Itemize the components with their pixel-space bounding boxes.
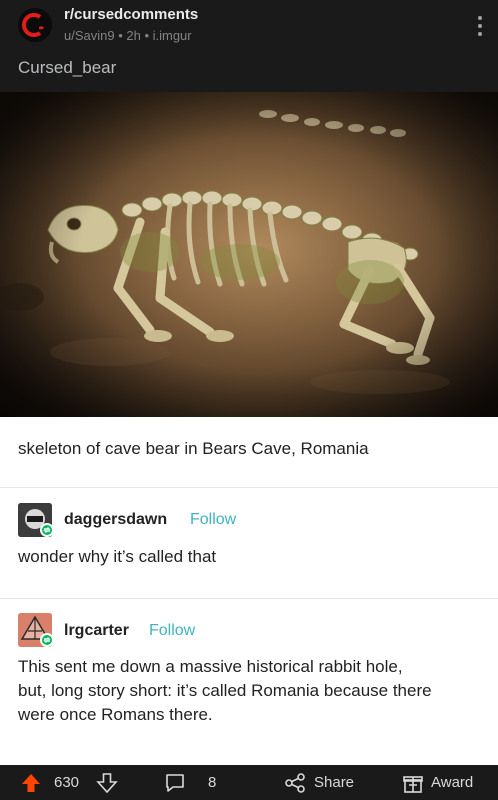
upvote-icon[interactable] [20, 772, 42, 794]
reblog-icon [40, 523, 54, 537]
divider [0, 598, 498, 599]
subreddit-icon[interactable] [18, 8, 52, 42]
downvote-icon[interactable] [96, 772, 118, 794]
vote-count: 630 [54, 774, 80, 791]
post-header: r/cursedcomments u/Savin9 • 2h • i.imgur [0, 0, 498, 58]
comment-text: This sent me down a massive historical r… [18, 655, 432, 727]
subreddit-name[interactable]: r/cursedcomments [64, 6, 198, 23]
post-meta[interactable]: u/Savin9 • 2h • i.imgur [64, 28, 192, 43]
award-button[interactable]: Award [402, 765, 473, 800]
comment-line: were once Romans there. [18, 705, 213, 724]
comment-text: wonder why it’s called that [18, 547, 217, 566]
image-caption: skeleton of cave bear in Bears Cave, Rom… [18, 439, 369, 458]
downvote-button[interactable] [96, 765, 118, 800]
comment-username[interactable]: lrgcarter [64, 622, 129, 640]
post-title[interactable]: Cursed_bear [18, 58, 116, 78]
comment-username[interactable]: daggersdawn [64, 511, 167, 529]
award-icon [403, 775, 423, 793]
cave-bear-skeleton-image [0, 92, 498, 417]
follow-button[interactable]: Follow [190, 511, 236, 529]
comments-button[interactable] [164, 765, 186, 800]
comment-line: but, long story short: it’s called Roman… [18, 681, 432, 700]
comment-line: This sent me down a massive historical r… [18, 657, 403, 676]
comment-icon[interactable] [164, 772, 186, 794]
award-label: Award [431, 774, 474, 791]
divider [0, 487, 498, 488]
tumblr-card: skeleton of cave bear in Bears Cave, Rom… [0, 417, 498, 765]
share-icon [285, 772, 305, 793]
follow-button[interactable]: Follow [149, 622, 195, 640]
post-action-bar: 630 8 Share Award [0, 765, 498, 800]
reblog-icon [40, 633, 54, 647]
share-label: Share [314, 774, 355, 791]
post-image[interactable] [0, 92, 498, 417]
more-options-icon[interactable] [476, 16, 484, 38]
share-button[interactable]: Share [284, 765, 354, 800]
upvote-button[interactable] [20, 765, 42, 800]
comment-count: 8 [208, 774, 217, 791]
